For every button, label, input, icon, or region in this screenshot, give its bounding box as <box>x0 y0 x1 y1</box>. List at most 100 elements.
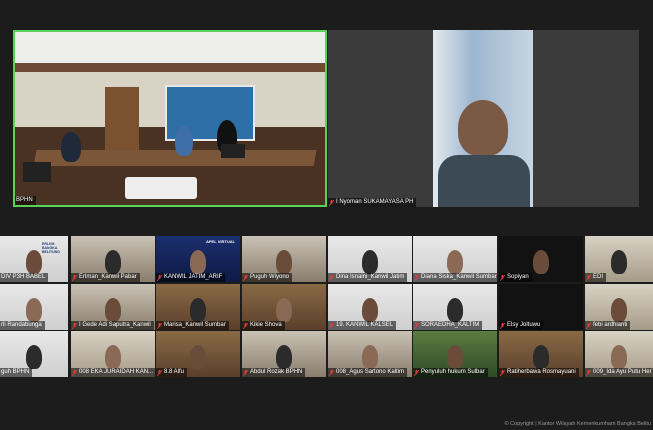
participant-name: Penyuluh hukum Sulbar <box>421 369 485 375</box>
participant-name-tag: Sopiyan <box>499 273 532 282</box>
mic-muted-icon <box>72 274 77 281</box>
participant-name-tag: 8.8 Alfu <box>156 368 188 377</box>
participant-tile[interactable]: 008 EKA JURAIDAH KAN... <box>71 331 155 377</box>
participant-name: DIV P3H BABEL <box>1 274 46 280</box>
participant-figure <box>447 345 463 369</box>
participant-tile[interactable]: rli Randabunga <box>0 284 68 330</box>
participant-name-tag: Penyuluh hukum Sulbar <box>413 368 488 377</box>
remote-speaker-video[interactable]: I Nyoman SUKAMAYASA PH <box>328 30 639 207</box>
mic-muted-icon <box>157 274 162 281</box>
participant-name: Sopiyan <box>507 274 529 280</box>
participant-name-tag: EDI <box>585 273 607 282</box>
mic-muted-icon <box>243 369 248 376</box>
laptop <box>23 162 51 182</box>
participant-figure <box>276 298 292 322</box>
participant-name-tag: KANWIL JATIM_ARIF <box>156 273 226 282</box>
speaker-face <box>458 100 508 156</box>
participant-figure <box>190 298 206 322</box>
door <box>105 87 139 157</box>
participant-tile[interactable]: APEL VIRTUAL KANWIL JATIM_ARIF <box>156 236 240 282</box>
mic-muted-icon <box>243 274 248 281</box>
participant-figure <box>26 298 42 322</box>
mic-muted-icon <box>157 369 162 376</box>
participant-tile[interactable]: Kikie Shova <box>242 284 326 330</box>
participant-name-tag: 009_Ida Ayu Putu Her <box>585 368 653 377</box>
participant-tile[interactable]: 008_Agus Sartono Kaltim <box>328 331 412 377</box>
participant-name-tag: Dina Isnaini_Kanwil Jatim <box>328 273 408 282</box>
mic-muted-icon <box>329 199 334 206</box>
participant-name: 008_Agus Sartono Kaltim <box>336 369 405 375</box>
participant-tile[interactable]: Elsy Joltuwu <box>499 284 583 330</box>
mic-muted-icon <box>72 322 77 329</box>
mic-muted-icon <box>414 322 419 329</box>
participant-name: guh BPHN <box>1 369 30 375</box>
participant-name-tag: I Gede Adi Saputra_Kanwil <box>71 321 154 330</box>
participant-tile[interactable]: Penyuluh hukum Sulbar <box>413 331 497 377</box>
participant-name: 009_Ida Ayu Putu Her <box>593 369 652 375</box>
participant-name: Ratiherbawa Rosmayuani <box>507 369 576 375</box>
participant-tile[interactable]: Sopiyan <box>499 236 583 282</box>
participant-tile[interactable]: 19. KANWIL KALSEL <box>328 284 412 330</box>
participant-figure <box>105 298 121 322</box>
participant-name: SORAEDHA_KALTIM <box>421 322 480 328</box>
mic-muted-icon <box>157 322 162 329</box>
participant-name: Kikie Shova <box>250 322 282 328</box>
participant-tile[interactable]: Ratiherbawa Rosmayuani <box>499 331 583 377</box>
participant-name-tag: 008_Agus Sartono Kaltim <box>328 368 408 377</box>
participant-tile[interactable]: guh BPHN <box>0 331 68 377</box>
participant-figure <box>190 345 206 369</box>
participant-tile[interactable]: Erlman_Kanwil Pabar <box>71 236 155 282</box>
participant-tile[interactable]: SORAEDHA_KALTIM <box>413 284 497 330</box>
participant-name: Erlman_Kanwil Pabar <box>79 274 137 280</box>
participant-figure <box>276 345 292 369</box>
participant-name: Dina Isnaini_Kanwil Jatim <box>336 274 405 280</box>
participant-name-tag: Marisa_Kanwil Sumbar <box>156 321 229 330</box>
mic-muted-icon <box>500 322 505 329</box>
participant-name-tag: SORAEDHA_KALTIM <box>413 321 483 330</box>
participant-tile[interactable]: febi ardhianti <box>585 284 653 330</box>
participant-name: Diana Siska_Kanwil Sumbar <box>421 274 497 280</box>
participant-tile[interactable]: EDI <box>585 236 653 282</box>
participant-figure <box>611 298 627 322</box>
participant-figure <box>362 250 378 274</box>
participant-name: 8.8 Alfu <box>164 369 185 375</box>
participant-tile[interactable]: Puguh Wiyono <box>242 236 326 282</box>
participant-tile[interactable]: Dina Isnaini_Kanwil Jatim <box>328 236 412 282</box>
participant-tile[interactable]: Marisa_Kanwil Sumbar <box>156 284 240 330</box>
participant-name-tag: 19. KANWIL KALSEL <box>328 321 397 330</box>
mic-muted-icon <box>329 369 334 376</box>
participant-tile[interactable]: ERLKM BANGKA BELITUNG DIV P3H BABEL <box>0 236 68 282</box>
mic-muted-icon <box>243 322 248 329</box>
mic-muted-icon <box>414 369 419 376</box>
mic-muted-icon <box>500 369 505 376</box>
participant-name-tag: BPHN <box>15 196 36 205</box>
participant-figure <box>26 250 42 274</box>
participant-name: Elsy Joltuwu <box>507 322 541 328</box>
participant-figure <box>276 250 292 274</box>
participant-name: EDI <box>593 274 604 280</box>
participant-name: Marisa_Kanwil Sumbar <box>164 322 226 328</box>
participant-tile[interactable]: Abdul Rozak BPHN <box>242 331 326 377</box>
mic-muted-icon <box>329 322 334 329</box>
participant-figure <box>105 250 121 274</box>
participant-figure <box>190 250 206 274</box>
speaker-shirt <box>438 155 530 207</box>
participant-figure <box>447 250 463 274</box>
participant-tile[interactable]: I Gede Adi Saputra_Kanwil <box>71 284 155 330</box>
participant-tile[interactable]: 8.8 Alfu <box>156 331 240 377</box>
participant-figure <box>533 250 549 274</box>
participant-figure <box>61 132 81 162</box>
participant-name-tag: Ratiherbawa Rosmayuani <box>499 368 579 377</box>
participant-name: febi ardhianti <box>593 322 628 328</box>
participant-figure <box>533 345 549 369</box>
mic-muted-icon <box>500 274 505 281</box>
participant-tile[interactable]: 009_Ida Ayu Putu Her <box>585 331 653 377</box>
projector <box>125 177 197 199</box>
participant-name-tag: 008 EKA JURAIDAH KAN... <box>71 368 155 377</box>
participant-name-tag: guh BPHN <box>0 368 33 377</box>
participant-name-tag: febi ardhianti <box>585 321 631 330</box>
participant-tile[interactable]: Diana Siska_Kanwil Sumbar <box>413 236 497 282</box>
participant-name: rli Randabunga <box>1 322 42 328</box>
mic-muted-icon <box>414 274 419 281</box>
conference-room-video[interactable]: BPHN <box>13 30 327 207</box>
